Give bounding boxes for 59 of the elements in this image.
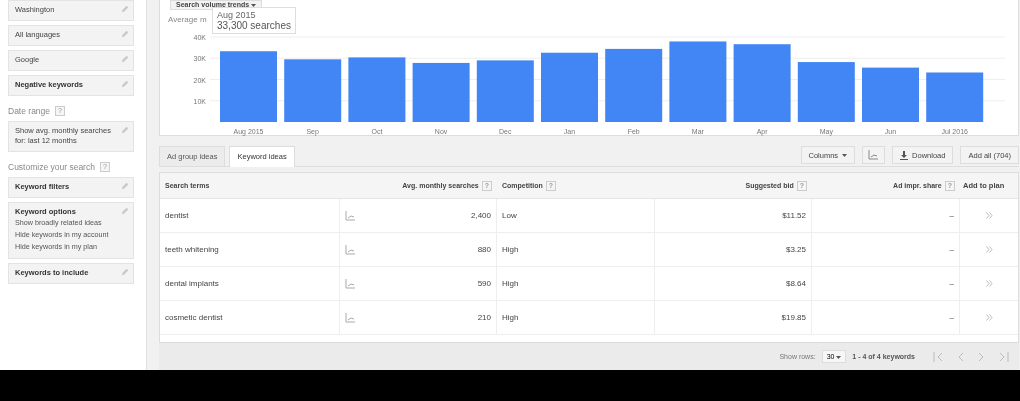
double-chevron-icon[interactable] [985, 212, 993, 219]
line-chart-icon [868, 150, 880, 160]
table-cell: – [812, 233, 960, 266]
pencil-icon[interactable] [121, 5, 129, 13]
pencil-icon[interactable] [121, 55, 129, 63]
chart-caption: Average m [168, 15, 207, 24]
pencil-icon[interactable] [121, 207, 129, 215]
bar[interactable] [476, 60, 534, 122]
table-cell: $3.25 [655, 233, 812, 266]
double-chevron-icon[interactable] [985, 314, 993, 321]
table-cell: – [812, 301, 960, 334]
previous-page-icon[interactable] [957, 351, 965, 362]
tooltip-title: Aug 2015 [217, 10, 257, 20]
pencil-icon[interactable] [121, 182, 129, 190]
double-chevron-icon[interactable] [985, 280, 993, 287]
table-cell: 2,400 [470, 211, 491, 220]
chart-toggle-button[interactable] [862, 146, 886, 164]
bar[interactable] [797, 62, 855, 122]
line-chart-icon[interactable] [345, 312, 356, 323]
table-cell: 210 [477, 313, 491, 322]
table-cell: 590 [477, 279, 491, 288]
download-icon [900, 150, 909, 160]
pencil-icon[interactable] [121, 268, 129, 276]
double-chevron-icon[interactable] [985, 246, 993, 253]
bar[interactable] [669, 41, 727, 122]
last-page-icon[interactable] [997, 351, 1009, 362]
table-cell: – [812, 199, 960, 232]
table-cell: dental implants [160, 267, 340, 300]
line-chart-icon[interactable] [345, 210, 356, 221]
table-cell: $8.64 [655, 267, 812, 300]
table-cell: High [497, 267, 655, 300]
pencil-icon[interactable] [121, 126, 129, 134]
section-heading: Date range [8, 106, 51, 116]
table-cell: Low [497, 199, 655, 232]
bar[interactable] [284, 59, 342, 122]
pencil-icon[interactable] [121, 30, 129, 38]
section-heading: Customize your search [8, 162, 95, 172]
next-page-icon[interactable] [977, 351, 985, 362]
caret-icon [836, 355, 842, 359]
bar[interactable] [733, 44, 791, 122]
first-page-icon[interactable] [933, 351, 945, 362]
caret-icon [842, 153, 848, 157]
table-cell: dentist [160, 199, 340, 232]
table-cell: High [497, 233, 655, 266]
bar[interactable] [926, 72, 984, 122]
table-cell: teeth whitening [160, 233, 340, 266]
bar[interactable] [605, 48, 663, 122]
bar[interactable] [412, 62, 470, 122]
table-cell: 880 [477, 245, 491, 254]
line-chart-icon[interactable] [345, 244, 356, 255]
pencil-icon[interactable] [121, 80, 129, 88]
table-cell: High [497, 301, 655, 334]
bar[interactable] [348, 57, 406, 122]
table-cell: – [812, 267, 960, 300]
table-cell: $11.52 [655, 199, 812, 232]
line-chart-icon[interactable] [345, 278, 356, 289]
table-cell: cosmetic dentist [160, 301, 340, 334]
tooltip-value: 33,300 searches [217, 20, 291, 31]
table-cell: $19.85 [655, 301, 812, 334]
